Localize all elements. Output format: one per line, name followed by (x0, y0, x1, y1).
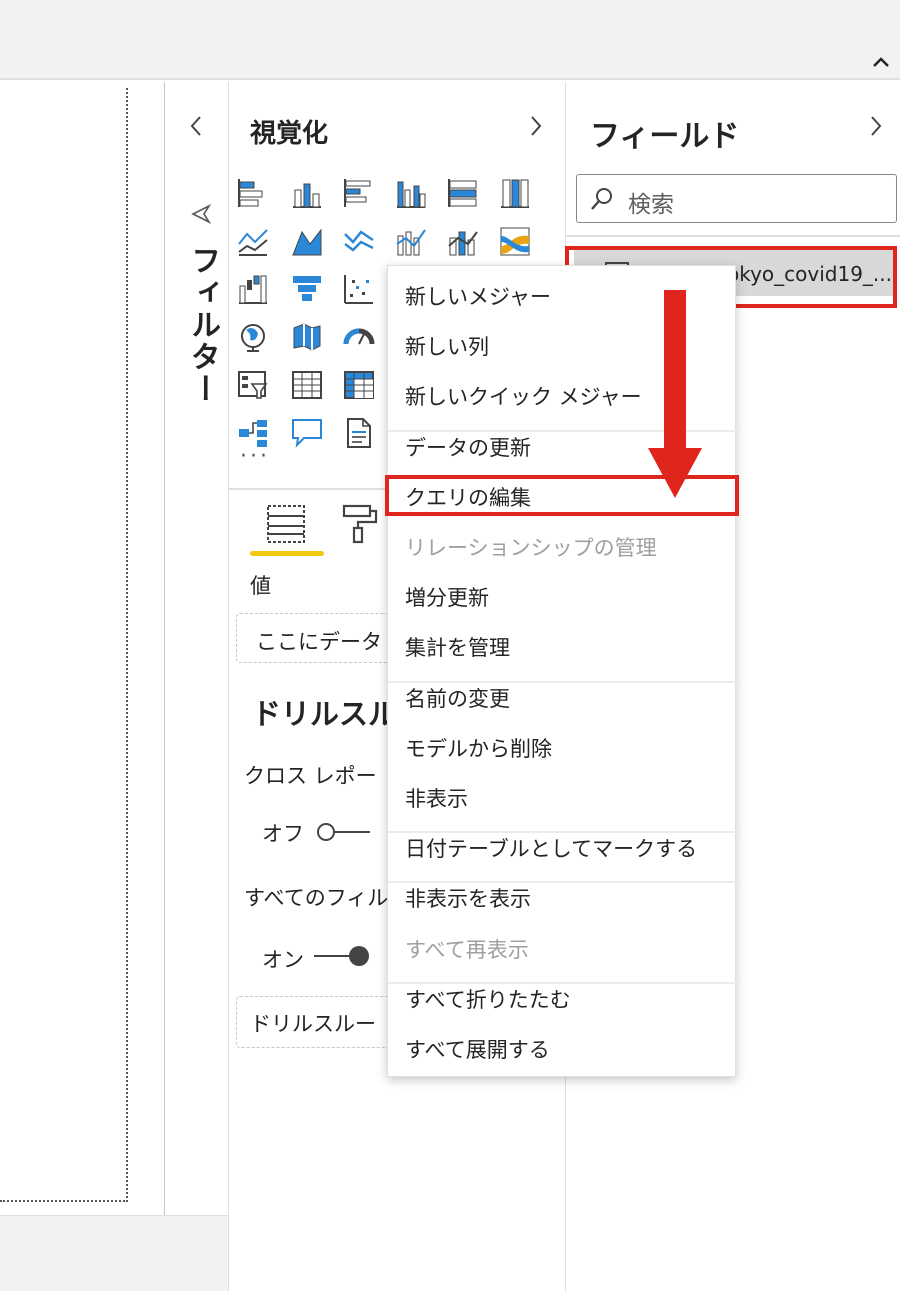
context-menu-item[interactable]: 集計を管理 (405, 632, 510, 662)
area-chart-icon[interactable] (290, 224, 324, 258)
context-menu-item: すべて再表示 (405, 937, 529, 962)
context-menu-item[interactable]: データの更新 (405, 432, 531, 462)
keep-all-filters-label: すべてのフィル (244, 886, 389, 910)
gauge-icon[interactable] (342, 320, 376, 354)
chevron-right-icon[interactable] (866, 113, 886, 139)
matrix-icon[interactable] (342, 368, 376, 402)
chevron-right-icon[interactable] (526, 113, 546, 139)
search-icon (591, 188, 612, 210)
search-placeholder: 検索 (628, 192, 674, 218)
drillthrough-drop-placeholder: ドリルスルー (250, 1012, 376, 1036)
funnel-icon (191, 204, 212, 224)
context-menu-item[interactable]: 増分更新 (405, 582, 489, 612)
context-menu-item[interactable]: 日付テーブルとしてマークする (405, 833, 697, 863)
line-clustered-column-icon[interactable] (394, 224, 428, 258)
line-stacked-column-icon[interactable] (446, 224, 480, 258)
more-visuals-button[interactable]: ··· (240, 444, 270, 469)
active-tab-indicator (250, 551, 324, 556)
red-arrow-annotation (648, 290, 702, 498)
filter-pane-label[interactable]: フィルター (180, 245, 224, 405)
scatter-chart-icon[interactable] (342, 272, 376, 306)
context-menu-item[interactable]: 名前の変更 (405, 683, 510, 713)
format-paint-roller-icon[interactable] (340, 502, 380, 546)
visualizations-title: 視覚化 (250, 119, 329, 149)
fields-title: フィールド (590, 119, 740, 154)
values-label: 値 (250, 574, 271, 598)
context-menu-item[interactable]: 非表示を表示 (405, 883, 531, 913)
cross-report-toggle-label: オフ (262, 822, 304, 846)
filled-map-icon[interactable] (290, 320, 324, 354)
table-visual-icon[interactable] (290, 368, 324, 402)
context-menu-item[interactable]: 新しいクイック メジャー (405, 381, 642, 411)
line-chart-icon[interactable] (236, 224, 270, 258)
context-menu-item[interactable]: モデルから削除 (405, 733, 552, 763)
chevron-up-icon[interactable] (870, 52, 892, 72)
paginated-report-icon[interactable] (342, 416, 376, 450)
context-menu-item[interactable]: すべて折りたたむ (405, 984, 571, 1014)
clustered-bar-icon[interactable] (342, 176, 376, 210)
funnel-chart-icon[interactable] (290, 272, 324, 306)
qa-icon[interactable] (290, 416, 324, 450)
ribbon-chart-icon[interactable] (498, 224, 532, 258)
waterfall-icon[interactable] (236, 272, 270, 306)
context-menu-item[interactable]: 新しいメジャー (405, 281, 551, 311)
100-stacked-column-icon[interactable] (498, 176, 532, 210)
cross-report-toggle[interactable] (314, 820, 372, 844)
values-drop-placeholder: ここにデータ (256, 630, 382, 654)
keep-all-filters-toggle-label: オン (262, 948, 304, 972)
context-menu-item[interactable]: 新しい列 (405, 331, 489, 361)
stacked-bar-icon[interactable] (236, 176, 270, 210)
report-page-boundary (0, 88, 128, 1202)
fields-tab-icon[interactable] (262, 502, 310, 546)
divider (566, 235, 900, 237)
stacked-area-icon[interactable] (342, 224, 376, 258)
keep-all-filters-toggle[interactable] (312, 944, 372, 968)
context-menu-item: リレーションシップの管理 (405, 536, 657, 560)
slicer-icon[interactable] (236, 368, 270, 402)
context-menu-item[interactable]: すべて展開する (405, 1034, 550, 1064)
ribbon-bar (0, 0, 900, 80)
cross-report-label: クロス レポー (244, 764, 377, 788)
100-stacked-bar-icon[interactable] (446, 176, 480, 210)
drillthrough-title: ドリルスル (252, 697, 398, 731)
chevron-left-icon[interactable] (186, 113, 206, 139)
stacked-column-icon[interactable] (290, 176, 324, 210)
clustered-column-icon[interactable] (394, 176, 428, 210)
globe-map-icon[interactable] (236, 320, 270, 354)
canvas-footer (0, 1215, 228, 1291)
context-menu-item[interactable]: 非表示 (405, 783, 468, 813)
fields-search-input[interactable] (576, 174, 897, 223)
